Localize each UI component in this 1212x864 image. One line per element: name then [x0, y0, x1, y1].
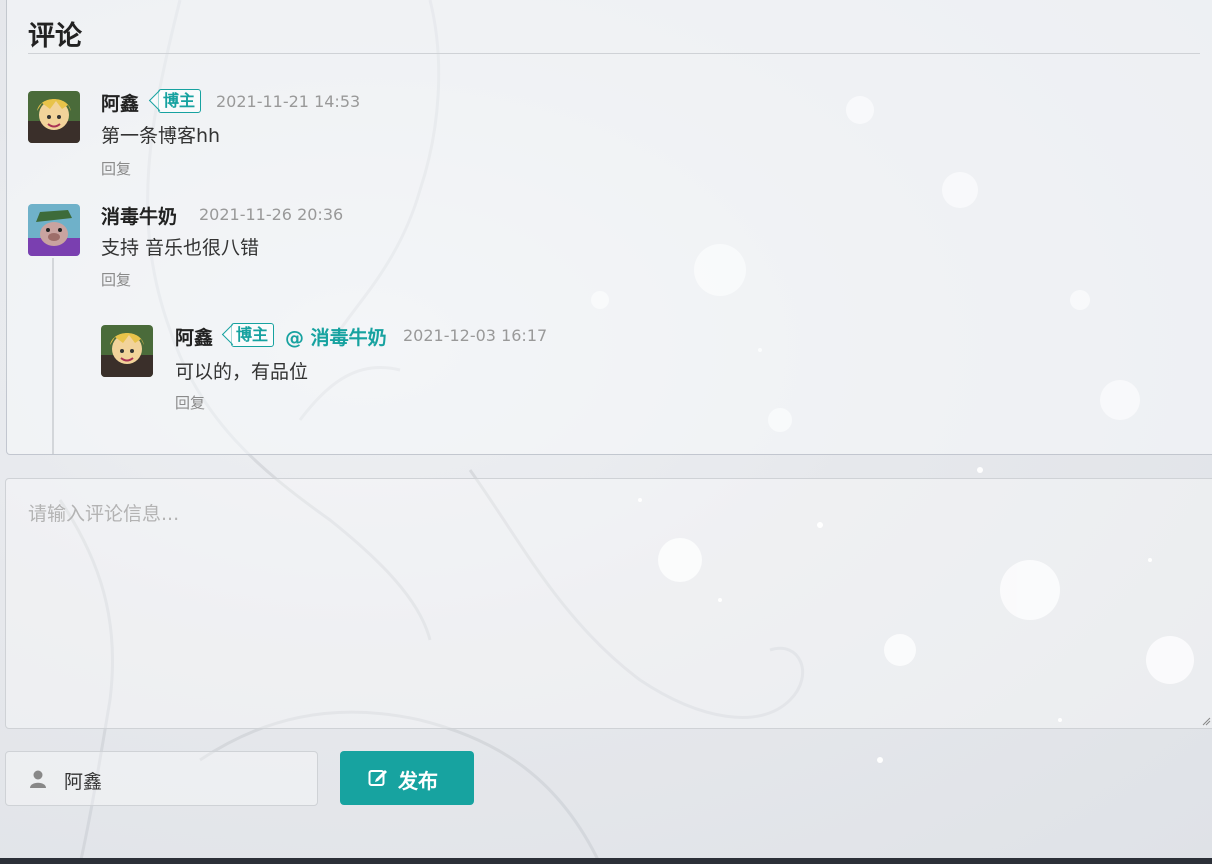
nickname-field[interactable] [5, 751, 318, 806]
section-divider [28, 53, 1200, 54]
comments-heading: 评论 [28, 21, 82, 52]
comment-text: 可以的，有品位 [175, 361, 309, 383]
comment-text: 支持 音乐也很八错 [101, 237, 260, 259]
submit-button[interactable]: 发布 [340, 751, 474, 805]
mention-link[interactable]: @ 消毒牛奶 [285, 323, 387, 350]
comment-date: 2021-11-26 20:36 [199, 205, 344, 224]
comment-author[interactable]: 阿鑫 [101, 89, 139, 116]
bottom-edge [0, 858, 1212, 864]
thread-line [52, 258, 54, 454]
author-badge: 博主 [158, 89, 202, 113]
author-badge-label: 博主 [236, 325, 269, 344]
comment-text: 第一条博客hh [101, 125, 221, 147]
comment-author[interactable]: 消毒牛奶 [101, 202, 177, 229]
avatar[interactable] [28, 204, 80, 256]
resize-handle-icon[interactable] [1201, 716, 1211, 726]
comment-author[interactable]: 阿鑫 [175, 323, 213, 350]
reply-link[interactable]: 回复 [101, 158, 131, 179]
comment-date: 2021-12-03 16:17 [403, 326, 548, 345]
submit-label: 发布 [398, 769, 438, 793]
edit-icon [368, 770, 387, 786]
avatar[interactable] [28, 91, 80, 143]
nickname-input[interactable] [62, 762, 306, 798]
comments-panel [6, 0, 1212, 455]
comment-textarea[interactable] [5, 478, 1212, 729]
reply-link[interactable]: 回复 [175, 392, 205, 413]
reply-link[interactable]: 回复 [101, 269, 131, 290]
author-badge: 博主 [231, 323, 275, 347]
user-icon [30, 770, 46, 788]
author-badge-label: 博主 [163, 91, 196, 110]
comment-date: 2021-11-21 14:53 [216, 92, 361, 111]
avatar[interactable] [101, 325, 153, 377]
